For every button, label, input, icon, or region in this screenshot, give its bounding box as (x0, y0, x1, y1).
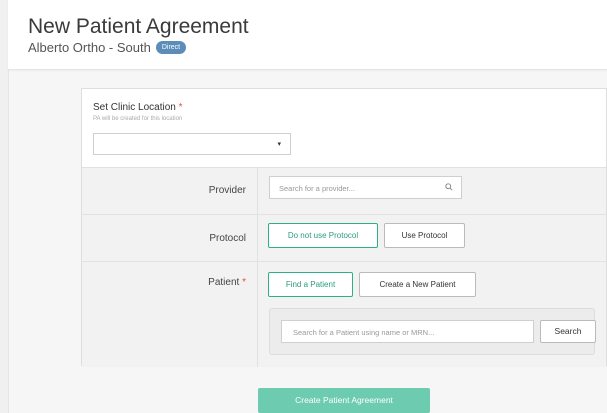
page-header: New Patient Agreement Alberto Ortho - So… (8, 0, 607, 70)
row-divider (257, 262, 258, 367)
create-patient-agreement-button[interactable]: Create Patient Agreement (258, 388, 430, 413)
patient-search-input[interactable]: Search for a Patient using name or MRN..… (281, 320, 534, 343)
clinic-location-help: PA will be created for this location (93, 116, 183, 122)
provider-search-placeholder: Search for a provider... (279, 184, 355, 193)
provider-search-input[interactable]: Search for a provider... (269, 176, 462, 199)
find-patient-button[interactable]: Find a Patient (268, 272, 353, 297)
status-badge: Direct (155, 41, 187, 54)
patient-search-button[interactable]: Search (540, 320, 596, 343)
agreement-form-card: Set Clinic Location * PA will be created… (81, 88, 607, 367)
chevron-down-icon: ▾ (277, 141, 281, 148)
clinic-location-label-text: Set Clinic Location (93, 102, 176, 113)
patient-search-placeholder: Search for a Patient using name or MRN..… (293, 328, 435, 337)
required-marker: * (178, 102, 183, 113)
clinic-location-label: Set Clinic Location * (93, 102, 183, 113)
clinic-location-select[interactable]: ▾ (93, 133, 291, 155)
page-title: New Patient Agreement (28, 15, 249, 38)
page-subtitle: Alberto Ortho - South Direct (28, 40, 187, 55)
provider-label: Provider (208, 185, 246, 196)
patient-label-text: Patient (208, 277, 240, 288)
patient-label: Patient * (82, 277, 246, 288)
row-divider (257, 168, 258, 214)
create-new-patient-button[interactable]: Create a New Patient (359, 272, 476, 297)
protocol-label: Protocol (209, 233, 246, 244)
patient-search-panel: Search for a Patient using name or MRN..… (269, 308, 596, 355)
search-icon (445, 183, 453, 193)
use-protocol-button[interactable]: Use Protocol (384, 223, 465, 248)
row-divider (257, 215, 258, 261)
clinic-name: Alberto Ortho - South (28, 40, 151, 55)
required-marker: * (242, 277, 246, 288)
no-protocol-button[interactable]: Do not use Protocol (268, 223, 378, 248)
